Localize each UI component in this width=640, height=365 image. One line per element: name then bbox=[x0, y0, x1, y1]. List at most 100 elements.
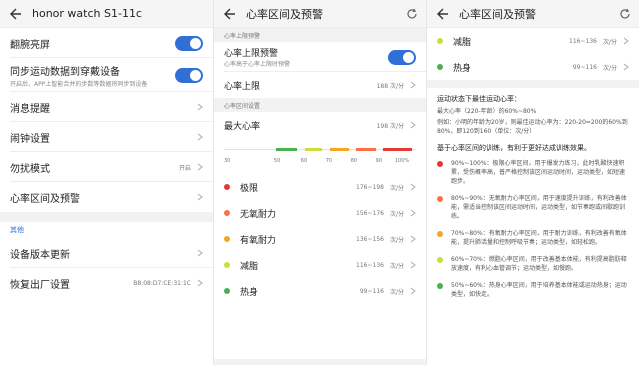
zone-scale: 30 50 60 70 80 90 100% bbox=[214, 138, 426, 174]
upper-limit-row[interactable]: 心率上限 188 次/分 bbox=[214, 72, 426, 98]
zone-range: 99~116 bbox=[572, 63, 597, 71]
section-label-other: 其他 bbox=[10, 226, 24, 234]
setting-row-firmware-update[interactable]: 设备版本更新 bbox=[0, 238, 213, 268]
setting-label: 心率区间及预警 bbox=[10, 193, 80, 205]
setting-label: 消息提醒 bbox=[10, 103, 50, 115]
sync-data-toggle[interactable] bbox=[175, 67, 203, 83]
upper-alert-toggle[interactable] bbox=[388, 49, 416, 65]
bullet-text: 60%~70%：燃脂心率区间，用于改善基本体能，有利提高脂肪释放速度，有利心血管… bbox=[451, 256, 627, 272]
scale-seg-fatburn bbox=[304, 148, 322, 151]
zone-range: 99~116 bbox=[359, 287, 384, 295]
zone-row-anaerobic[interactable]: 无氧耐力 156~176 次/分 bbox=[214, 200, 426, 226]
back-arrow-icon[interactable] bbox=[8, 7, 22, 21]
scale-tick: 80 bbox=[350, 158, 358, 164]
bottom-edge bbox=[214, 359, 426, 365]
page-title: 心率区间及预警 bbox=[459, 7, 536, 21]
app-header: honor watch S1-11c bbox=[0, 0, 213, 28]
zone-color-dot bbox=[224, 210, 230, 216]
zone-row-aerobic[interactable]: 有氧耐力 136~156 次/分 bbox=[214, 226, 426, 252]
chevron-right-icon bbox=[623, 63, 629, 71]
setting-row-alarm[interactable]: 闹钟设置 bbox=[0, 122, 213, 152]
setting-row-heart-rate[interactable]: 心率区间及预警 bbox=[0, 182, 213, 212]
page-title: 心率区间及预警 bbox=[246, 7, 323, 21]
scale-tick: 30 bbox=[224, 158, 231, 164]
scale-seg-warmup bbox=[275, 148, 297, 151]
zone-unit: 次/分 bbox=[602, 64, 617, 72]
chevron-right-icon bbox=[197, 279, 203, 287]
setting-label: 心率上限预警 bbox=[224, 49, 279, 59]
setting-label: 勿扰模式 bbox=[10, 163, 50, 175]
bullet-text: 90%~100%：极限心率区间，用于爆发力练习，此时乳酸快速积累，受伤概率高，普… bbox=[451, 160, 626, 185]
setting-row-wrist-wake[interactable]: 翻腕亮屏 bbox=[0, 28, 213, 58]
zone-range: 176~198 bbox=[356, 183, 384, 191]
bullet-dot bbox=[437, 161, 443, 167]
zone-row-fatburn[interactable]: 减脂 116~136 次/分 bbox=[214, 252, 426, 278]
bullet-dot bbox=[437, 257, 443, 263]
zone-color-dot bbox=[437, 64, 443, 70]
max-heart-rate-row[interactable]: 最大心率 198 次/分 bbox=[214, 112, 426, 138]
chevron-right-icon bbox=[410, 209, 416, 217]
setting-value: 188 次/分 bbox=[376, 82, 404, 90]
refresh-icon[interactable] bbox=[619, 8, 631, 20]
setting-label: 心率上限 bbox=[224, 81, 261, 92]
zone-scale-bar bbox=[224, 146, 416, 154]
setting-sublabel: 心率高于心率上限时预警 bbox=[224, 61, 291, 68]
back-arrow-icon[interactable] bbox=[435, 7, 449, 21]
zone-color-dot bbox=[224, 184, 230, 190]
scale-tick: 90 bbox=[375, 158, 383, 164]
zone-unit: 次/分 bbox=[389, 262, 404, 270]
setting-row-dnd[interactable]: 勿扰模式 开启 bbox=[0, 152, 213, 182]
setting-label: 翻腕亮屏 bbox=[10, 39, 50, 51]
info-bullet: 60%~70%：燃脂心率区间，用于改善基本体能，有利提高脂肪释放速度，有利心血管… bbox=[427, 251, 639, 277]
page-title: honor watch S1-11c bbox=[32, 7, 142, 20]
zone-unit: 次/分 bbox=[602, 38, 617, 46]
info-title: 运动状态下最佳运动心率： bbox=[437, 95, 521, 103]
info-bullet: 50%~60%：热身心率区间，用于培养基本体能或运动热身；运动类型，如快走。 bbox=[427, 277, 639, 303]
wrist-wake-toggle[interactable] bbox=[175, 35, 203, 51]
bullet-text: 50%~60%：热身心率区间，用于培养基本体能或运动热身；运动类型，如快走。 bbox=[451, 282, 627, 298]
info-bullet: 70%~80%：有氧耐力心率区间，用于耐力训练，有利改善有氧体能，提升肺活量和控… bbox=[427, 225, 639, 251]
chevron-right-icon bbox=[410, 235, 416, 243]
zone-row-warmup[interactable]: 热身 99~116 次/分 bbox=[427, 54, 639, 80]
scale-seg-aerobic bbox=[329, 148, 349, 151]
app-header: 心率区间及预警 bbox=[427, 0, 639, 28]
info-paragraph: 例如：小明的年龄为20岁，则最佳运动心率为：220-20=200的60%到80%… bbox=[437, 119, 628, 135]
chevron-right-icon bbox=[410, 121, 416, 129]
setting-row-sync-data[interactable]: 同步运动数据到穿戴设备 开启后，APP上智能合并的步数等数据将同步到设备 bbox=[0, 58, 213, 92]
zone-unit: 次/分 bbox=[389, 184, 404, 192]
setting-value: 开启 bbox=[178, 164, 191, 172]
chevron-right-icon bbox=[623, 37, 629, 45]
bullet-text: 70%~80%：有氧耐力心率区间，用于耐力训练，有利改善有氧体能，提升肺活量和控… bbox=[451, 230, 627, 246]
zone-color-dot bbox=[224, 288, 230, 294]
zone-name: 热身 bbox=[240, 287, 259, 298]
refresh-icon[interactable] bbox=[406, 8, 418, 20]
zone-color-dot bbox=[437, 38, 443, 44]
setting-row-notifications[interactable]: 消息提醒 bbox=[0, 92, 213, 122]
setting-value: 198 次/分 bbox=[376, 122, 404, 130]
zone-color-dot bbox=[224, 262, 230, 268]
zone-range: 136~156 bbox=[356, 235, 384, 243]
section-header: 心率区间设置 bbox=[214, 98, 426, 112]
scale-tick: 70 bbox=[325, 158, 333, 164]
zone-row-warmup[interactable]: 热身 99~116 次/分 bbox=[214, 278, 426, 304]
upper-alert-row[interactable]: 心率上限预警 心率高于心率上限时预警 bbox=[214, 42, 426, 72]
section-header: 心率上限预警 bbox=[214, 28, 426, 42]
chevron-right-icon bbox=[410, 261, 416, 269]
zone-name: 热身 bbox=[453, 63, 472, 74]
scale-tick: 60 bbox=[300, 158, 308, 164]
setting-label: 闹钟设置 bbox=[10, 133, 50, 145]
scale-seg-anaerobic bbox=[356, 148, 376, 151]
screen-heart-rate-info: 心率区间及预警 减脂 116~136 次/分 热身 99~116 次/分 运动状… bbox=[426, 0, 639, 365]
chevron-right-icon bbox=[410, 183, 416, 191]
zone-row-max[interactable]: 极限 176~198 次/分 bbox=[214, 174, 426, 200]
chevron-right-icon bbox=[410, 81, 416, 89]
setting-row-factory-reset[interactable]: 恢复出厂设置 B8:08:D7:CE:31:1C bbox=[0, 268, 213, 298]
zone-row-fatburn[interactable]: 减脂 116~136 次/分 bbox=[427, 28, 639, 54]
chevron-right-icon bbox=[410, 287, 416, 295]
chevron-right-icon bbox=[197, 103, 203, 111]
app-header: 心率区间及预警 bbox=[214, 0, 426, 28]
back-arrow-icon[interactable] bbox=[222, 7, 236, 21]
scale-seg-max bbox=[383, 148, 413, 151]
zone-name: 无氧耐力 bbox=[240, 209, 277, 220]
info-bullet: 80%~90%：无氧耐力心率区间，用于速度提升训练，有利改善体能，需适当控制该区… bbox=[427, 190, 639, 225]
